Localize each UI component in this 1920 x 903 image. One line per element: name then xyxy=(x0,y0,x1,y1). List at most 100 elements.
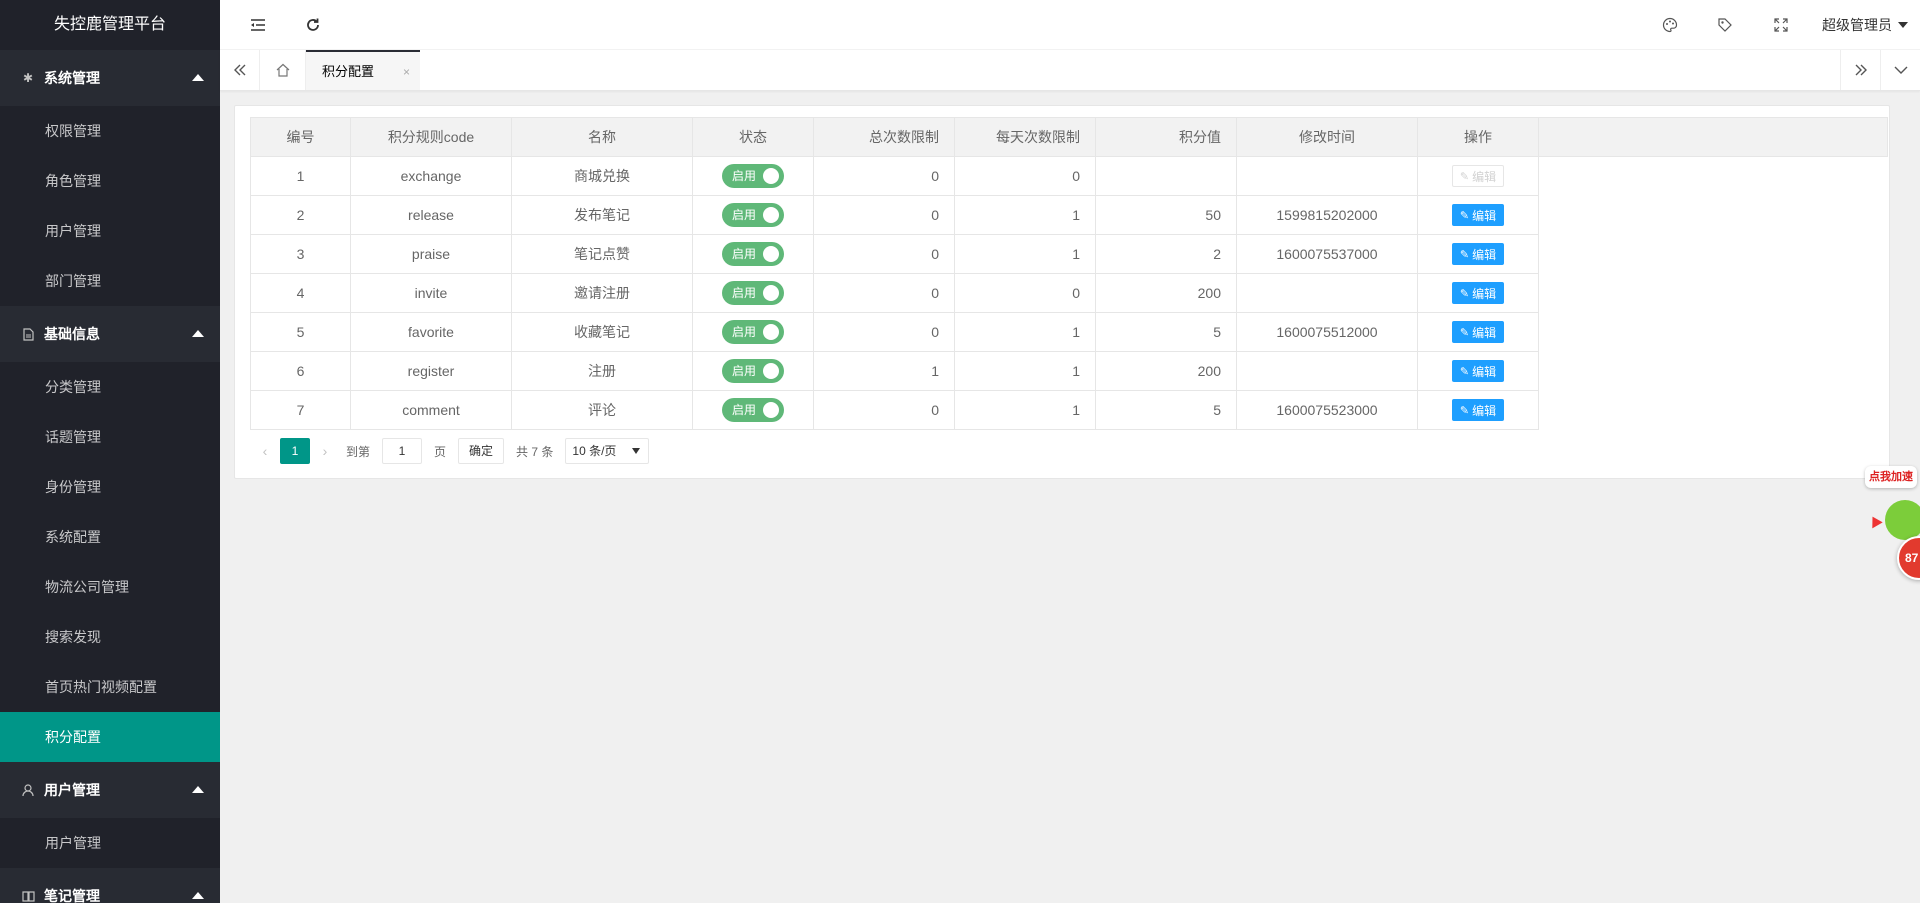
column-header[interactable]: 名称 xyxy=(511,117,693,157)
sidebar-group-user-management[interactable]: 用户管理 xyxy=(0,762,220,818)
goto-page-input[interactable]: 1 xyxy=(382,438,423,464)
prev-page-icon[interactable]: ‹ xyxy=(250,443,280,459)
edit-button[interactable]: ✎ 编辑 xyxy=(1452,282,1504,304)
sidebar-group-basic-info[interactable]: 基础信息 xyxy=(0,306,220,362)
tag-icon[interactable] xyxy=(1705,0,1745,50)
refresh-icon[interactable] xyxy=(293,0,333,50)
sidebar-group-system[interactable]: ✱ 系统管理 xyxy=(0,50,220,106)
cell-points: 5 xyxy=(1095,312,1237,352)
row-filler xyxy=(1539,313,1888,352)
cell-rule-code: invite xyxy=(350,273,512,313)
cell-name: 笔记点赞 xyxy=(511,234,693,274)
pencil-icon: ✎ xyxy=(1459,209,1470,222)
column-header[interactable]: 总次数限制 xyxy=(813,117,955,157)
cell-actions: ✎ 编辑 xyxy=(1417,273,1539,313)
app-logo[interactable]: 失控鹿管理平台 xyxy=(0,0,220,50)
sidebar-item-logistics[interactable]: 物流公司管理 xyxy=(0,562,220,612)
caret-up-icon xyxy=(192,74,204,81)
page-unit-label: 页 xyxy=(434,444,447,459)
goto-confirm-button[interactable]: 确定 xyxy=(458,438,505,464)
row-filler xyxy=(1539,157,1888,196)
sidebar-group-notes[interactable]: 笔记管理 xyxy=(0,868,220,903)
tabs-scroll-left-icon[interactable] xyxy=(220,50,260,90)
table-header-row: 编号 积分规则code 名称 状态 总次数限制 每天次数限制 积分值 修改时间 … xyxy=(250,117,1888,157)
fullscreen-icon[interactable] xyxy=(1761,0,1801,50)
caret-up-icon xyxy=(192,892,204,899)
sidebar-item-departments[interactable]: 部门管理 xyxy=(0,256,220,306)
current-page[interactable]: 1 xyxy=(280,438,310,464)
status-toggle[interactable]: 启用 xyxy=(722,281,784,305)
column-header[interactable]: 状态 xyxy=(692,117,814,157)
home-icon[interactable] xyxy=(260,50,306,90)
pencil-icon: ✎ xyxy=(1459,365,1470,378)
sidebar-item-hot-video-config[interactable]: 首页热门视频配置 xyxy=(0,662,220,712)
sidebar-item-topics[interactable]: 话题管理 xyxy=(0,412,220,462)
status-toggle-label: 启用 xyxy=(732,403,757,417)
cell-id: 6 xyxy=(250,351,351,391)
row-filler xyxy=(1539,352,1888,391)
status-toggle[interactable]: 启用 xyxy=(722,320,784,344)
page-size-value: 10 条/页 xyxy=(572,444,617,458)
column-header[interactable]: 修改时间 xyxy=(1236,117,1418,157)
edit-button[interactable]: ✎ 编辑 xyxy=(1452,360,1504,382)
tab-points-config[interactable]: 积分配置 × xyxy=(306,50,420,90)
cell-id: 7 xyxy=(250,390,351,430)
edit-button[interactable]: ✎ 编辑 xyxy=(1452,243,1504,265)
pencil-icon: ✎ xyxy=(1459,326,1470,339)
sidebar-item-categories[interactable]: 分类管理 xyxy=(0,362,220,412)
status-toggle[interactable]: 启用 xyxy=(722,242,784,266)
edit-button-label: 编辑 xyxy=(1472,247,1497,262)
edit-button-label: 编辑 xyxy=(1472,286,1497,301)
cell-points: 5 xyxy=(1095,390,1237,430)
column-header[interactable]: 操作 xyxy=(1417,117,1539,157)
sidebar-item-points-config[interactable]: 积分配置 xyxy=(0,712,220,762)
cell-status: 启用 xyxy=(692,234,814,274)
table-row: 1 exchange 商城兑换 启用 0 0 ✎ 编辑 xyxy=(250,156,1888,196)
cell-status: 启用 xyxy=(692,312,814,352)
status-toggle[interactable]: 启用 xyxy=(722,203,784,227)
cell-status: 启用 xyxy=(692,390,814,430)
edit-button[interactable]: ✎ 编辑 xyxy=(1452,321,1504,343)
cell-name: 注册 xyxy=(511,351,693,391)
cell-status: 启用 xyxy=(692,351,814,391)
sidebar-item-search-discover[interactable]: 搜索发现 xyxy=(0,612,220,662)
accelerate-bubble[interactable]: 点我加速 xyxy=(1865,466,1917,488)
cell-daily-limit: 1 xyxy=(954,234,1096,274)
edit-button[interactable]: ✎ 编辑 xyxy=(1452,204,1504,226)
cell-total-limit: 1 xyxy=(813,351,955,391)
status-toggle[interactable]: 启用 xyxy=(722,359,784,383)
sidebar-item-system-config[interactable]: 系统配置 xyxy=(0,512,220,562)
cell-total-limit: 0 xyxy=(813,390,955,430)
next-page-icon[interactable]: › xyxy=(310,443,340,459)
tabs-menu-chevron-down-icon[interactable] xyxy=(1880,50,1920,90)
cell-total-limit: 0 xyxy=(813,273,955,313)
column-header[interactable]: 编号 xyxy=(250,117,351,157)
sidebar-item-roles[interactable]: 角色管理 xyxy=(0,156,220,206)
close-icon[interactable]: × xyxy=(403,52,410,92)
cell-total-limit: 0 xyxy=(813,156,955,196)
table-row: 4 invite 邀请注册 启用 0 0 200 ✎ 编辑 xyxy=(250,273,1888,313)
column-header[interactable]: 每天次数限制 xyxy=(954,117,1096,157)
sidebar-item-user-list[interactable]: 用户管理 xyxy=(0,818,220,868)
column-header[interactable]: 积分规则code xyxy=(350,117,512,157)
cell-points xyxy=(1095,156,1237,196)
page-size-select[interactable]: 10 条/页 xyxy=(565,438,650,464)
cell-name: 商城兑换 xyxy=(511,156,693,196)
cell-status: 启用 xyxy=(692,156,814,196)
points-rules-table: 编号 积分规则code 名称 状态 总次数限制 每天次数限制 积分值 修改时间 … xyxy=(250,117,1888,430)
sidebar-item-users[interactable]: 用户管理 xyxy=(0,206,220,256)
column-header[interactable]: 积分值 xyxy=(1095,117,1237,157)
theme-palette-icon[interactable] xyxy=(1650,0,1690,50)
edit-button[interactable]: ✎ 编辑 xyxy=(1452,399,1504,421)
floating-accelerate-widget[interactable]: 点我加速 87 xyxy=(1855,466,1920,586)
status-toggle[interactable]: 启用 xyxy=(722,164,784,188)
speed-ball[interactable]: 87 xyxy=(1897,536,1920,580)
sidebar-item-permissions[interactable]: 权限管理 xyxy=(0,106,220,156)
table-row: 5 favorite 收藏笔记 启用 0 1 5 1600075512000 ✎ 编辑 xyxy=(250,312,1888,352)
sidebar-item-identities[interactable]: 身份管理 xyxy=(0,462,220,512)
status-toggle[interactable]: 启用 xyxy=(722,398,784,422)
user-menu[interactable]: 超级管理员 xyxy=(1822,0,1908,50)
tabs-scroll-right-icon[interactable] xyxy=(1840,50,1880,90)
cell-points: 2 xyxy=(1095,234,1237,274)
menu-toggle-icon[interactable] xyxy=(238,0,278,50)
